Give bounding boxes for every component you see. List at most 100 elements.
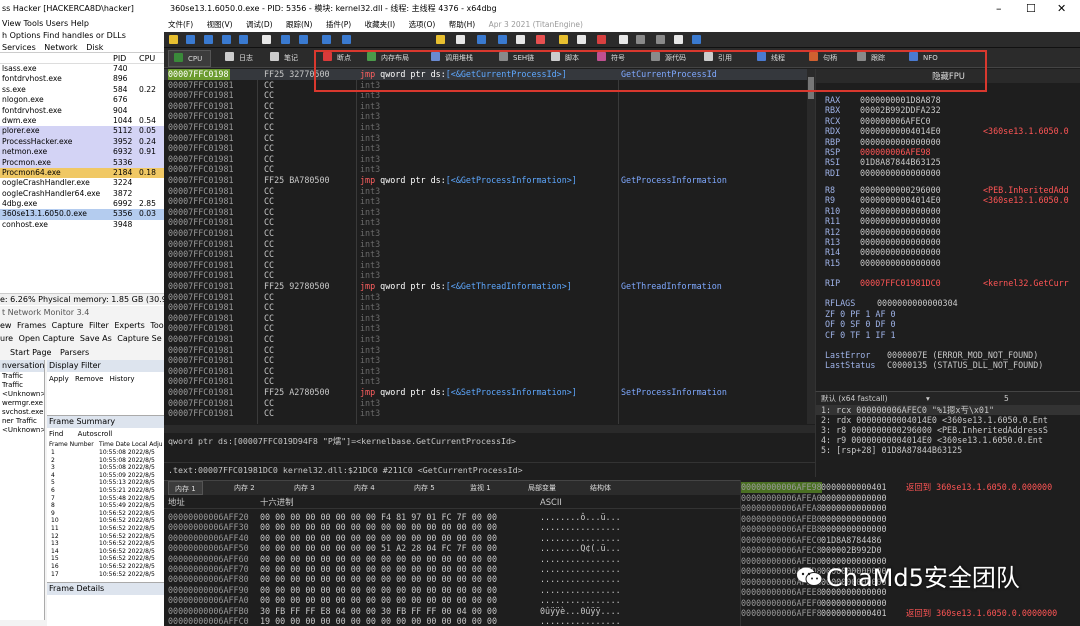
column-cpu[interactable]: CPU	[139, 53, 155, 64]
rflags-row[interactable]: RFLAGS 0000000000000304	[825, 298, 958, 309]
disasm-row[interactable]: 00007FFC01981 CC int3	[164, 122, 804, 133]
frame-row[interactable]: 1 10:55:08 2022/8/5	[47, 449, 164, 457]
disasm-row[interactable]: 00007FFC01981 CC int3	[164, 164, 804, 175]
register-row[interactable]: RDX 00000000004014E0 <360se13.1.6050.0	[825, 126, 1069, 137]
toolbar-icon[interactable]	[477, 35, 486, 44]
register-value[interactable]: 00007FFC01981DC0	[860, 278, 941, 289]
tab-view[interactable]: 引用	[699, 50, 740, 67]
register-value[interactable]: 00000000004014E0	[860, 195, 941, 206]
disasm-row[interactable]: 00007FFC01981 CC int3	[164, 196, 804, 207]
register-row[interactable]: R12 0000000000000000	[825, 227, 941, 238]
argument-row[interactable]: 4: r9 00000000004014E0 <360se13.1.6050.0…	[816, 435, 1080, 445]
toolbar-icon[interactable]	[342, 35, 351, 44]
calling-convention-select[interactable]: 默认 (x64 fastcall) ▾ 5	[816, 392, 1080, 405]
flags-row[interactable]: ZF 0 PF 1 AF 0	[825, 309, 896, 320]
register-value[interactable]: 0000000001D8A878	[860, 95, 941, 106]
register-value[interactable]: 0000000000000304	[877, 298, 958, 309]
dump-tab[interactable]: 局部变量	[522, 481, 562, 495]
close-icon[interactable]: ✕	[1057, 0, 1066, 17]
register-row[interactable]: R14 0000000000000000	[825, 247, 941, 258]
menu-capture[interactable]: Capture	[52, 321, 84, 330]
menu-favourites[interactable]: 收藏夹(I)	[365, 20, 396, 29]
frame-row[interactable]: 14 10:56:52 2022/8/5	[47, 548, 164, 556]
filter-editor[interactable]	[47, 386, 164, 416]
frame-row[interactable]: 13 10:56:52 2022/8/5	[47, 540, 164, 548]
argument-row[interactable]: 3: r8 0000000000296000 <PEB.InheritedAdd…	[816, 425, 1080, 435]
conversation-item[interactable]: <Unknown>	[0, 426, 44, 435]
register-value[interactable]: 0000000000000000	[860, 137, 941, 148]
dump-tab[interactable]: 内存 2	[228, 481, 261, 495]
conversation-item[interactable]: ner Traffic	[0, 417, 44, 426]
tab-view[interactable]: NFO	[904, 50, 946, 67]
toolbar-icon[interactable]	[692, 35, 701, 44]
stack-row[interactable]: 00000000006AFEF8 0000000000401 返回到 360se13…	[741, 608, 1080, 619]
toolbar-icon[interactable]	[222, 35, 231, 44]
process-row[interactable]: nlogon.exe 676	[0, 95, 164, 106]
stack-row[interactable]: 00000000006AFE98 0000000000401 返回到 360se13…	[741, 482, 1080, 493]
disasm-row[interactable]: 00007FFC01981 FF25 A2780500 jmp qword ptr …	[164, 387, 804, 398]
disasm-row[interactable]: 00007FFC01981 CC int3	[164, 207, 804, 218]
open-capture-button[interactable]: Open Capture	[19, 334, 75, 343]
toolbar-icon[interactable]	[619, 35, 628, 44]
frame-row[interactable]: 17 10:56:52 2022/8/5	[47, 571, 164, 579]
column-pid[interactable]: PID	[113, 53, 126, 64]
register-value[interactable]: 0000000000296000	[860, 185, 941, 196]
register-row[interactable]: RBX 00002B992DDFA232	[825, 105, 941, 116]
toolbar-icon[interactable]	[656, 35, 665, 44]
menu-options[interactable]: 选项(O)	[409, 20, 436, 29]
frame-row[interactable]: 10 10:56:52 2022/8/5	[47, 517, 164, 525]
tab-view[interactable]: 笔记	[265, 50, 306, 67]
register-row[interactable]: R9 00000000004014E0 <360se13.1.6050.0	[825, 195, 1069, 206]
tab-view[interactable]: 句柄	[804, 50, 845, 67]
save-as-button[interactable]: Save As	[80, 334, 112, 343]
disasm-row[interactable]: 00007FFC01981 CC int3	[164, 154, 804, 165]
stack-row[interactable]: 00000000006AFEF0 0000000000000	[741, 598, 1080, 609]
process-row[interactable]: fontdrvhost.exe 904	[0, 105, 164, 116]
frame-row[interactable]: 8 10:55:49 2022/8/5	[47, 502, 164, 510]
tab-view[interactable]: 调用堆栈	[426, 50, 481, 67]
disasm-row[interactable]: 00007FFC01981 CC int3	[164, 313, 804, 324]
toolbar-icon[interactable]	[204, 35, 213, 44]
toolbar-icon[interactable]	[516, 35, 525, 44]
disasm-row[interactable]: 00007FFC01981 FF25 92780500 jmp qword ptr …	[164, 281, 804, 292]
disasm-row[interactable]: 00007FFC01981 CC int3	[164, 111, 804, 122]
hide-fpu-toggle[interactable]: 隐藏FPU	[816, 69, 1080, 83]
process-row[interactable]: ProcessHacker.exe 3952 0.24	[0, 136, 164, 148]
tab-services[interactable]: Services	[2, 43, 36, 52]
parsers-button[interactable]: Parsers	[60, 348, 89, 357]
stack-row[interactable]: 00000000006AFEC0 01D8A8784486	[741, 535, 1080, 546]
dump-tab[interactable]: 内存 3	[288, 481, 321, 495]
process-row[interactable]: lsass.exe 740	[0, 64, 164, 75]
toolbar-icon[interactable]	[281, 35, 290, 44]
register-row[interactable]: R13 0000000000000000	[825, 237, 941, 248]
frame-row[interactable]: 7 10:55:48 2022/8/5	[47, 495, 164, 503]
tab-view[interactable]: 断点	[318, 50, 359, 67]
process-row[interactable]: 360se13.1.6050.0.exe 5356 0.03	[0, 209, 164, 220]
tab-network[interactable]: Network	[44, 43, 77, 52]
remove-button[interactable]: Remove	[75, 375, 103, 383]
register-row[interactable]: R10 0000000000000000	[825, 206, 941, 217]
tab-disk[interactable]: Disk	[86, 43, 103, 52]
disasm-row[interactable]: 00007FFC01981 CC int3	[164, 101, 804, 112]
process-row[interactable]: 4dbg.exe 6992 2.85	[0, 199, 164, 210]
register-value[interactable]: 000000006AFE98	[860, 147, 931, 158]
column-frame-number[interactable]: Frame Number	[49, 440, 94, 449]
disasm-row[interactable]: 00007FFC01981 FF25 BA780500 jmp qword ptr …	[164, 175, 804, 186]
process-hacker-toolbar[interactable]: h Options Find handles or DLLs	[0, 30, 164, 42]
register-value[interactable]: 0000000000000000	[860, 168, 941, 179]
tab-view[interactable]: SEH链	[494, 50, 542, 67]
frame-row[interactable]: 12 10:56:52 2022/8/5	[47, 533, 164, 541]
argument-row[interactable]: 1: rcx 000000006AFEC0 "%1摁x亐\x01"	[816, 405, 1080, 415]
conversation-item[interactable]: wermgr.exe (1	[0, 399, 44, 408]
disasm-row[interactable]: 00007FFC01981 CC int3	[164, 270, 804, 281]
disasm-row[interactable]: 00007FFC01981 CC int3	[164, 260, 804, 271]
dump-tab[interactable]: 监视 1	[464, 481, 497, 495]
dump-tab[interactable]: 内存 1	[168, 481, 203, 495]
disasm-row[interactable]: 00007FFC01981 CC int3	[164, 249, 804, 260]
process-row[interactable]: conhost.exe 3948	[0, 219, 164, 231]
disassembly-view[interactable]: 00007FFC0198 FF25 32770500 jmp qword ptr d…	[164, 69, 810, 424]
disasm-row[interactable]: 00007FFC01981 CC int3	[164, 355, 804, 366]
toolbar-icon[interactable]	[559, 35, 568, 44]
register-row[interactable]: RIP 00007FFC01981DC0 <kernel32.GetCurr	[825, 278, 1069, 289]
find-button[interactable]: Find	[49, 430, 63, 438]
